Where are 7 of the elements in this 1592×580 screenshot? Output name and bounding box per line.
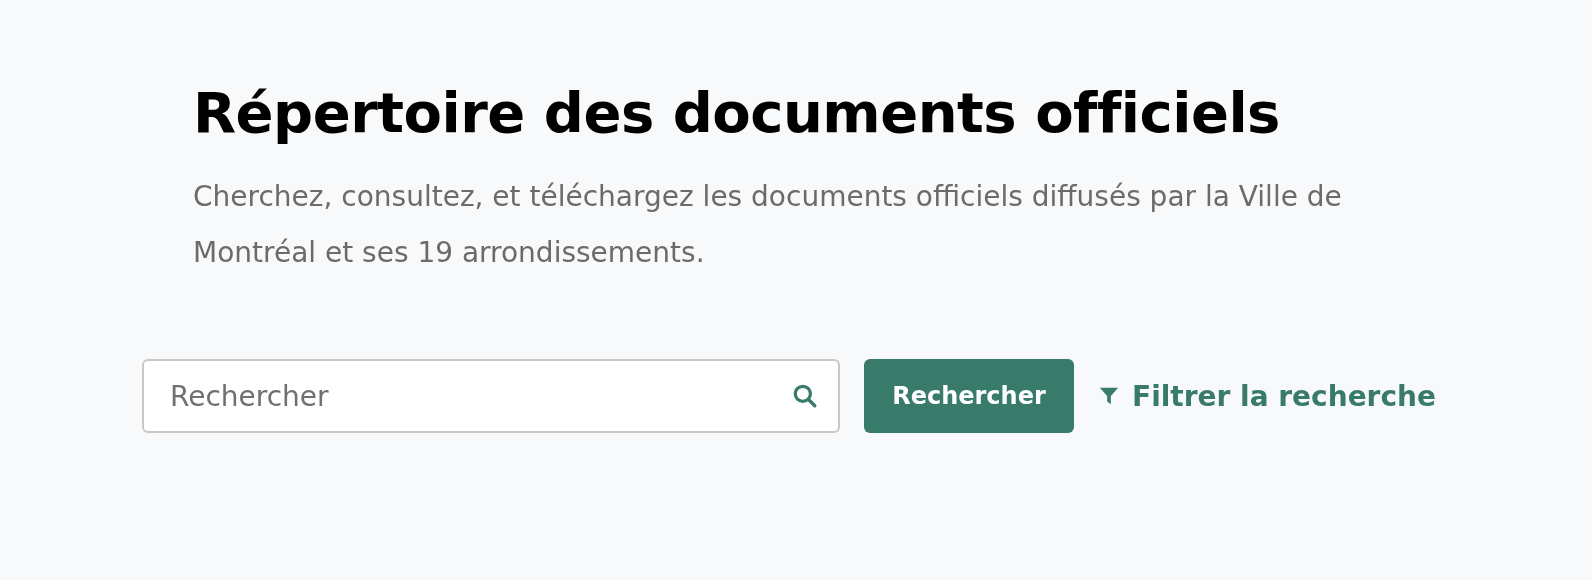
search-icon xyxy=(792,383,818,409)
search-button[interactable]: Rechercher xyxy=(864,359,1074,433)
page-title: Répertoire des documents officiels xyxy=(193,80,1281,145)
search-field[interactable]: Rechercher xyxy=(142,359,840,433)
page-description: Cherchez, consultez, et téléchargez les documents officiels diffusés par la Ville de Montréal et ses 19 arrondissements. xyxy=(193,179,1343,271)
filter-link[interactable]: Filtrer la recherche xyxy=(1098,379,1436,413)
filter-icon xyxy=(1098,385,1120,407)
